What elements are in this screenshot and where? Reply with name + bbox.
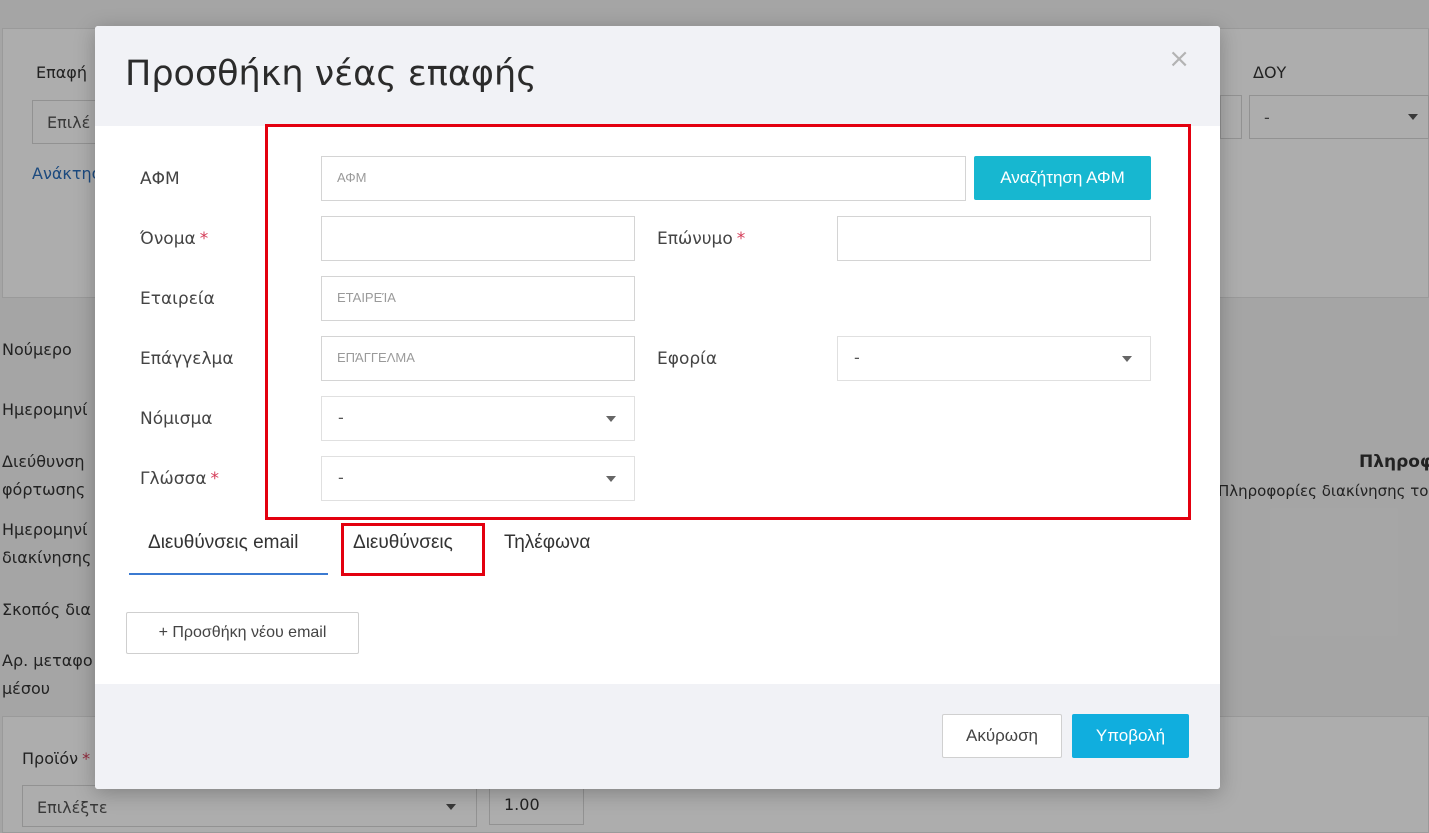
chevron-down-icon xyxy=(606,476,616,482)
required-mark: * xyxy=(199,229,209,249)
tab-email-addresses[interactable]: Διευθύνσεις email xyxy=(148,532,299,554)
modal-title: Προσθήκη νέας επαφής xyxy=(125,54,537,94)
close-icon[interactable]: × xyxy=(1168,46,1190,72)
required-mark: * xyxy=(210,469,220,489)
afm-search-button[interactable]: Αναζήτηση ΑΦΜ xyxy=(974,156,1151,200)
modal-header: Προσθήκη νέας επαφής × xyxy=(95,26,1220,126)
afm-input[interactable]: ΑΦΜ xyxy=(321,156,966,201)
chevron-down-icon xyxy=(606,416,616,422)
required-mark: * xyxy=(736,229,746,249)
add-email-button[interactable]: + Προσθήκη νέου email xyxy=(126,612,359,654)
company-label: Εταιρεία xyxy=(140,289,215,309)
active-tab-underline xyxy=(129,573,328,575)
language-label: Γλώσσα * xyxy=(140,469,220,489)
submit-button[interactable]: Υποβολή xyxy=(1072,714,1189,758)
language-select[interactable]: - xyxy=(321,456,635,501)
company-input[interactable]: ΕΤΑΙΡΕΊΑ xyxy=(321,276,635,321)
last-name-input[interactable] xyxy=(837,216,1151,261)
add-contact-modal: Προσθήκη νέας επαφής × ΑΦΜ ΑΦΜ Αναζήτηση… xyxy=(95,26,1220,789)
afm-label: ΑΦΜ xyxy=(140,169,180,189)
first-name-label: Όνομα * xyxy=(140,229,209,249)
profession-input[interactable]: ΕΠΆΓΓΕΛΜΑ xyxy=(321,336,635,381)
tab-addresses[interactable]: Διευθύνσεις xyxy=(353,532,453,554)
cancel-button[interactable]: Ακύρωση xyxy=(942,714,1062,758)
currency-select[interactable]: - xyxy=(321,396,635,441)
tax-office-select[interactable]: - xyxy=(837,336,1151,381)
chevron-down-icon xyxy=(1122,356,1132,362)
profession-label: Επάγγελμα xyxy=(140,349,234,369)
tab-phones[interactable]: Τηλέφωνα xyxy=(504,532,590,554)
tax-office-label: Εφορία xyxy=(657,349,718,369)
currency-label: Νόμισμα xyxy=(140,409,213,429)
first-name-input[interactable] xyxy=(321,216,635,261)
last-name-label: Επώνυμο * xyxy=(657,229,746,249)
